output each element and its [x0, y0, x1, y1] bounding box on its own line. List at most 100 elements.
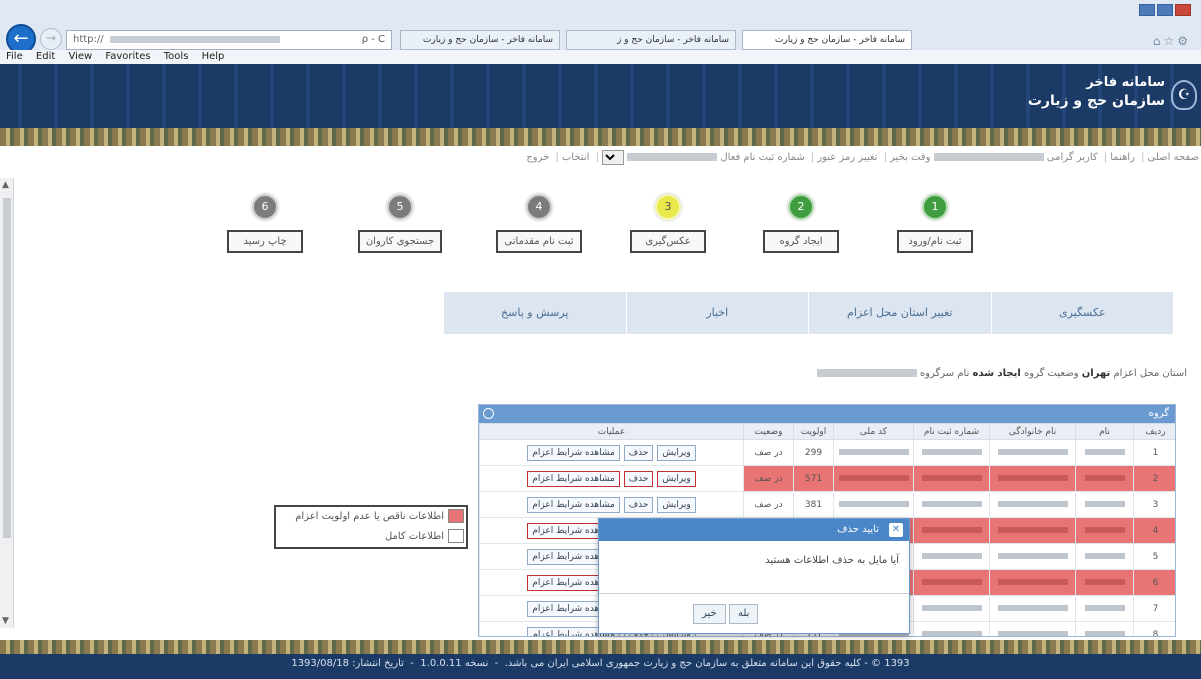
legend-complete: اطلاعات کامل	[276, 527, 466, 547]
cell-first-name	[1075, 543, 1134, 570]
row-index: 5	[1133, 543, 1175, 570]
legend-incomplete: اطلاعات ناقص یا عدم اولویت اعزام	[276, 507, 466, 527]
cell-first-name	[1075, 439, 1134, 466]
forward-arrow-icon[interactable]: →	[40, 28, 62, 50]
col-index[interactable]: ردیف	[1133, 423, 1175, 440]
site-header: سامانه فاخر سازمان حج و زیارت ☪	[0, 64, 1201, 146]
menu-file[interactable]: File	[6, 51, 23, 62]
address-bar[interactable]: http:// ρ - C	[66, 30, 392, 50]
legend-label: اطلاعات ناقص یا عدم اولویت اعزام	[295, 511, 444, 522]
browser-menubar: File Edit View Favorites Tools Help	[0, 50, 1201, 64]
no-button[interactable]: خیر	[693, 604, 726, 624]
step-number: 4	[526, 194, 552, 220]
group-info: استان محل اعزام تهران وضعیت گروه ایجاد ش…	[816, 368, 1187, 379]
step-number: 6	[252, 194, 278, 220]
scroll-up-icon[interactable]: ▲	[2, 180, 9, 190]
step-button-caravan-search[interactable]: جستجوی کاروان	[357, 230, 443, 253]
confirm-delete-dialog: ✕ تایید حذف آیا مایل به حذف اطلاعات هستی…	[598, 518, 910, 634]
dialog-header: ✕ تایید حذف	[599, 519, 909, 541]
view-conditions-button[interactable]: مشاهده شرایط اعزام	[527, 444, 620, 461]
menu-edit[interactable]: Edit	[36, 51, 55, 62]
header-pattern	[0, 64, 1201, 128]
step-button-register[interactable]: ثبت نام/ورود	[897, 230, 973, 253]
province-value: تهران	[1081, 368, 1111, 379]
redacted-value	[997, 449, 1068, 455]
delete-button[interactable]: حذف	[623, 470, 654, 487]
menu-view[interactable]: View	[68, 51, 92, 62]
cell-operations: ویرایشحذفمشاهده شرایط اعزام	[479, 465, 744, 492]
col-first-name[interactable]: نام	[1075, 423, 1134, 440]
edit-button[interactable]: ویرایش	[657, 470, 696, 487]
view-conditions-button[interactable]: مشاهده شرایط اعزام	[527, 496, 620, 513]
step-number: 3	[655, 194, 681, 220]
footer-ornament-band	[0, 640, 1201, 654]
redacted-value	[997, 501, 1068, 507]
edit-button[interactable]: ویرایش	[657, 444, 696, 461]
cell-first-name	[1075, 465, 1134, 492]
scroll-down-icon[interactable]: ▼	[2, 616, 9, 626]
step-button-pre-register[interactable]: ثبت نام مقدماتی	[496, 230, 582, 253]
close-icon[interactable]: ✕	[889, 523, 903, 537]
edit-button[interactable]: ویرایش	[657, 496, 696, 513]
collapse-icon[interactable]	[483, 408, 494, 419]
step-number: 1	[922, 194, 948, 220]
registration-select[interactable]	[601, 149, 624, 165]
maximize-icon[interactable]	[1157, 4, 1173, 16]
redacted-value	[838, 501, 909, 507]
cell-registration-number	[913, 595, 990, 622]
nav-logout[interactable]: خروج	[526, 152, 549, 163]
cell-national-id	[833, 465, 914, 492]
nav-help[interactable]: راهنما	[1110, 152, 1135, 163]
menu-item-change-province[interactable]: تغییر استان محل اعزام	[808, 292, 991, 334]
browser-chrome: ← → http:// ρ - C سامانه فاخر - سازمان ح…	[0, 0, 1201, 64]
redacted-value	[997, 527, 1068, 533]
address-text: http://	[73, 34, 104, 45]
redacted-value	[838, 449, 909, 455]
step-button-create-group[interactable]: ایجاد گروه	[763, 230, 839, 253]
page-scrollbar[interactable]: ▲ ▼	[0, 178, 14, 628]
menu-item-faq[interactable]: پرسش و پاسخ	[443, 292, 626, 334]
delete-button[interactable]: حذف	[623, 444, 654, 461]
address-redacted	[109, 35, 280, 43]
yes-button[interactable]: بله	[729, 604, 759, 624]
redacted-value	[1084, 553, 1125, 559]
cell-registration-number	[913, 465, 990, 492]
col-last-name[interactable]: نام خانوادگی	[989, 423, 1076, 440]
tab-label: سامانه فاخر - سازمان حج و زیارت	[774, 35, 905, 45]
nav-home[interactable]: صفحه اصلی	[1148, 152, 1199, 163]
cell-national-id	[833, 439, 914, 466]
close-window-icon[interactable]	[1175, 4, 1191, 16]
col-priority[interactable]: اولویت	[793, 423, 834, 440]
browser-tab-active[interactable]: سامانه فاخر - سازمان حج و زیارت	[742, 30, 912, 50]
search-refresh-icons[interactable]: ρ - C	[362, 31, 385, 49]
menu-tools[interactable]: Tools	[164, 51, 189, 62]
cell-last-name	[989, 621, 1076, 636]
step-button-print-receipt[interactable]: چاپ رسید	[227, 230, 303, 253]
cell-operations: ویرایشحذفمشاهده شرایط اعزام	[479, 439, 744, 466]
step-button-photo[interactable]: عکس‌گیری	[630, 230, 706, 253]
col-national-id[interactable]: کد ملی	[833, 423, 914, 440]
legend-box: اطلاعات ناقص یا عدم اولویت اعزام اطلاعات…	[274, 505, 468, 549]
nav-change-password[interactable]: تغییر رمز عبور	[817, 152, 877, 163]
cell-first-name	[1075, 517, 1134, 544]
redacted-value	[921, 579, 982, 585]
col-status[interactable]: وضعیت	[743, 423, 794, 440]
browser-tab[interactable]: سامانه فاخر - سازمان حج و زیارت	[400, 30, 560, 50]
cell-last-name	[989, 543, 1076, 570]
minimize-icon[interactable]	[1139, 4, 1155, 16]
view-conditions-button[interactable]: مشاهده شرایط اعزام	[527, 470, 620, 487]
menu-item-news[interactable]: اخبار	[625, 292, 809, 334]
dialog-footer: بله خیر	[599, 593, 909, 633]
col-registration-number[interactable]: شماره ثبت نام	[913, 423, 990, 440]
menu-favorites[interactable]: Favorites	[105, 51, 150, 62]
footer-version: نسخه 1.0.0.11	[420, 658, 489, 669]
menu-help[interactable]: Help	[202, 51, 225, 62]
browser-tab[interactable]: سامانه فاخر - سازمان حج و ز	[566, 30, 736, 50]
window-controls	[1137, 4, 1191, 19]
home-star-gear-icons[interactable]: ⌂☆⚙	[1153, 34, 1191, 48]
menu-item-photo[interactable]: عکسگیری	[990, 292, 1174, 334]
delete-button[interactable]: حذف	[623, 496, 654, 513]
cell-last-name	[989, 491, 1076, 518]
nav-select[interactable]: انتخاب	[562, 152, 590, 163]
scroll-thumb[interactable]	[3, 198, 11, 538]
